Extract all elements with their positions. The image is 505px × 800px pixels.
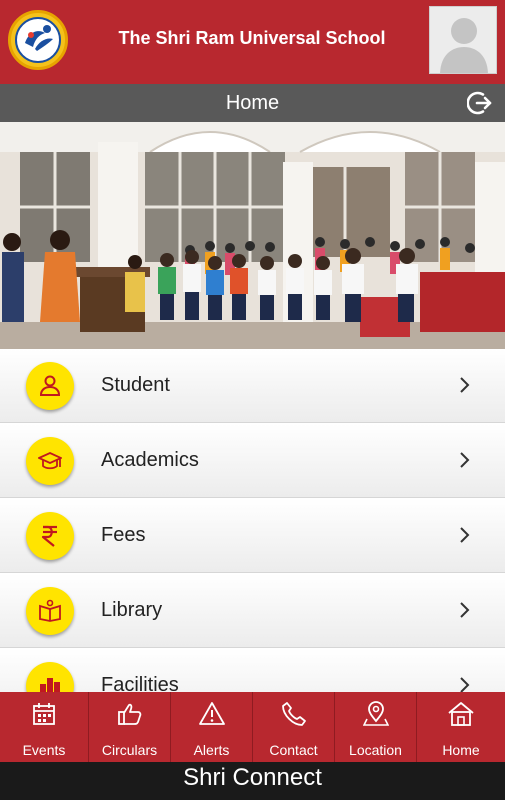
- school-name: The Shri Ram Universal School: [118, 28, 386, 48]
- nav-events[interactable]: Events: [0, 692, 89, 762]
- school-logo: [8, 10, 68, 70]
- menu-label-library: Library: [101, 599, 163, 621]
- rupee-icon: [26, 512, 74, 560]
- logout-icon[interactable]: [467, 90, 493, 116]
- menu-item-fees[interactable]: Fees: [0, 499, 505, 573]
- book-icon: [26, 587, 74, 635]
- app-header: The Shri Ram Universal School: [0, 0, 505, 84]
- chevron-right-icon: [460, 452, 470, 468]
- menu-label-facilities: Facilities: [101, 674, 179, 692]
- nav-label-alerts: Alerts: [193, 742, 230, 758]
- chevron-right-icon: [460, 527, 470, 543]
- menu-label-student: Student: [101, 374, 170, 396]
- chevron-right-icon: [460, 602, 470, 618]
- student-icon: [26, 362, 74, 410]
- title-bar: Home: [0, 84, 505, 122]
- nav-alerts[interactable]: Alerts: [171, 692, 253, 762]
- nav-label-home: Home: [442, 742, 480, 758]
- calendar-icon: [33, 703, 55, 725]
- menu-item-library[interactable]: Library: [0, 574, 505, 648]
- profile-avatar[interactable]: [429, 6, 497, 74]
- menu-label-academics: Academics: [101, 449, 199, 471]
- phone-icon: [282, 702, 306, 726]
- bottom-nav: Events Circulars Alerts Contact Location: [0, 692, 505, 762]
- graduation-cap-icon: [26, 437, 74, 485]
- nav-label-events: Events: [22, 742, 66, 758]
- nav-home[interactable]: Home: [417, 692, 505, 762]
- thumbs-up-icon: [118, 703, 142, 725]
- nav-label-contact: Contact: [269, 742, 318, 758]
- hero-photo: [0, 122, 505, 349]
- menu-label-fees: Fees: [101, 524, 146, 546]
- menu-item-facilities[interactable]: Facilities: [0, 649, 505, 692]
- home-icon: [448, 702, 474, 726]
- building-icon: [26, 662, 74, 692]
- map-pin-icon: [363, 701, 389, 726]
- user-silhouette-icon: [430, 7, 496, 73]
- warning-icon: [199, 702, 225, 725]
- nav-contact[interactable]: Contact: [253, 692, 335, 762]
- page-title: Home: [225, 92, 280, 114]
- nav-label-circulars: Circulars: [101, 742, 158, 758]
- chevron-right-icon: [460, 377, 470, 393]
- menu-item-academics[interactable]: Academics: [0, 424, 505, 498]
- menu-item-student[interactable]: Student: [0, 349, 505, 423]
- chevron-right-icon: [460, 677, 470, 692]
- footer-brand-text: Shri Connect: [183, 764, 322, 791]
- nav-location[interactable]: Location: [335, 692, 417, 762]
- app-footer: Shri Connect: [0, 762, 505, 800]
- nav-circulars[interactable]: Circulars: [89, 692, 171, 762]
- nav-label-location: Location: [349, 742, 402, 758]
- main-menu: Student Academics Fees Library Facilitie…: [0, 349, 505, 692]
